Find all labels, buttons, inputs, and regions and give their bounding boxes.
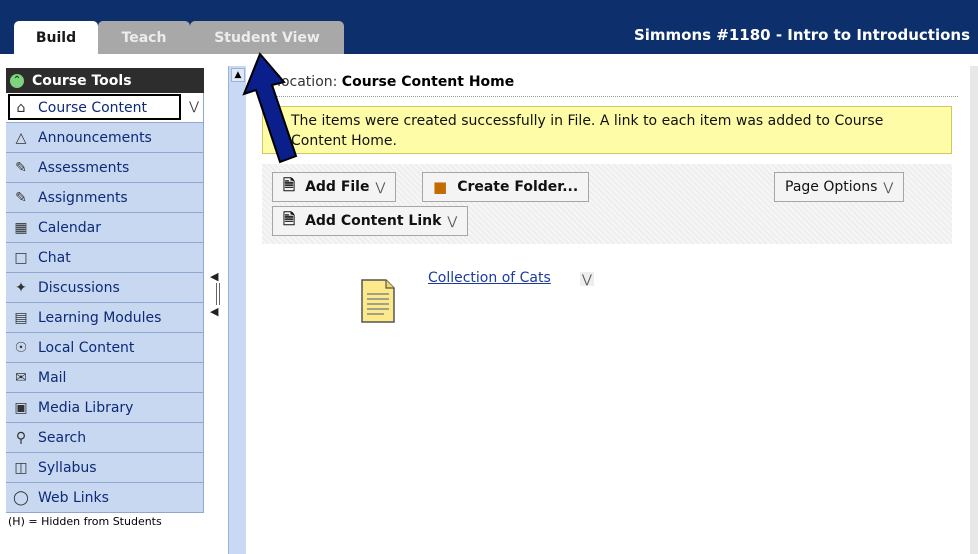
assignment-icon: ✎ — [15, 189, 27, 206]
nav-item-label: Web Links — [38, 489, 109, 506]
nav-item-discussions[interactable]: ✦ Discussions — [6, 273, 204, 303]
calendar-icon: ▦ — [14, 219, 28, 236]
scroll-up-icon[interactable]: ▲ — [231, 68, 245, 82]
success-message: The items were created successfully in F… — [262, 106, 952, 154]
page-options-button[interactable]: Page Options ⋁ — [774, 172, 905, 202]
collapse-nav-handle[interactable]: ◀ ◀ — [210, 270, 224, 330]
magnifier-icon: ⚲ — [15, 429, 27, 446]
nav-item-course-content[interactable]: ⌂ Course Content ⋁ — [6, 93, 204, 123]
globe-icon: ◯ — [13, 489, 29, 506]
add-file-label: Add File — [305, 179, 370, 195]
content-area: ur location: Course Content Home The ite… — [248, 66, 970, 554]
course-tools-nav: ⌃ Course Tools ⌂ Course Content ⋁ △ Anno… — [6, 68, 204, 554]
chat-icon: □ — [14, 249, 28, 266]
media-icon: ▣ — [14, 399, 28, 416]
nav-item-label: Local Content — [38, 339, 135, 356]
tab-student-view[interactable]: Student View — [190, 21, 344, 54]
nav-item-label: Media Library — [38, 399, 134, 416]
house-icon: ⌂ — [16, 99, 26, 116]
nav-item-calendar[interactable]: ▦ Calendar — [6, 213, 204, 243]
pin-icon: ✦ — [15, 279, 27, 296]
page-options-label: Page Options — [785, 179, 878, 195]
nav-item-media-library[interactable]: ▣ Media Library — [6, 393, 204, 423]
location-prefix: ur location: — [258, 74, 342, 90]
action-bar: 🗎 Add File ⋁ ■ Create Folder... Page Opt… — [262, 164, 952, 244]
chevron-down-icon[interactable]: ⋁ — [580, 272, 594, 286]
file-icon: 🗎 — [283, 175, 296, 194]
document-icon — [361, 279, 395, 323]
nav-item-label: Course Content — [38, 99, 148, 116]
chevron-down-icon[interactable]: ⋁ — [189, 99, 199, 113]
triangle-left-icon: ◀ — [210, 270, 219, 283]
course-tools-header[interactable]: ⌃ Course Tools — [6, 68, 204, 93]
create-folder-button[interactable]: ■ Create Folder... — [422, 172, 590, 202]
content-scrollbar[interactable] — [970, 66, 978, 554]
course-title: Simmons #1180 - Intro to Introductions — [633, 26, 970, 44]
nav-scrollbar[interactable]: ▲ — [228, 66, 246, 554]
disc-icon: ☉ — [14, 339, 28, 356]
triangle-left-icon: ◀ — [210, 305, 219, 318]
nav-item-assignments[interactable]: ✎ Assignments — [6, 183, 204, 213]
nav-item-label: Learning Modules — [38, 309, 162, 326]
course-tools-title: Course Tools — [32, 72, 132, 89]
add-file-button[interactable]: 🗎 Add File ⋁ — [272, 172, 397, 202]
nav-item-label: Syllabus — [38, 459, 97, 476]
nav-item-label: Discussions — [38, 279, 120, 296]
chevron-down-icon: ⋁ — [883, 180, 894, 194]
nav-item-label: Announcements — [38, 129, 152, 146]
megaphone-icon: △ — [15, 129, 27, 146]
nav-item-mail[interactable]: ✉ Mail — [6, 363, 204, 393]
chevron-down-icon: ⋁ — [375, 180, 386, 194]
grip-icon — [216, 283, 220, 305]
top-bar: Build Teach Student View Simmons #1180 -… — [0, 0, 978, 54]
nav-item-label: Assignments — [38, 189, 128, 206]
nav-item-learning-modules[interactable]: ▤ Learning Modules — [6, 303, 204, 333]
content-item-link[interactable]: Collection of Cats — [428, 270, 551, 286]
nav-item-assessments[interactable]: ✎ Assessments — [6, 153, 204, 183]
add-content-link-button[interactable]: 🗎 Add Content Link ⋁ — [272, 206, 469, 236]
nav-item-announcements[interactable]: △ Announcements — [6, 123, 204, 153]
nav-item-label: Search — [38, 429, 87, 446]
nav-item-search[interactable]: ⚲ Search — [6, 423, 204, 453]
nav-item-syllabus[interactable]: ◫ Syllabus — [6, 453, 204, 483]
create-folder-label: Create Folder... — [457, 179, 579, 195]
module-icon: ▤ — [14, 309, 28, 326]
folder-icon: ■ — [433, 178, 448, 196]
collapse-toggle-icon[interactable]: ⌃ — [10, 73, 24, 88]
link-icon: 🗎 — [283, 209, 296, 228]
nav-item-label: Chat — [38, 249, 71, 266]
add-content-link-label: Add Content Link — [305, 213, 442, 229]
mail-icon: ✉ — [15, 369, 27, 386]
breadcrumb: ur location: Course Content Home — [258, 74, 958, 97]
chevron-down-icon: ⋁ — [447, 214, 458, 228]
nav-item-web-links[interactable]: ◯ Web Links — [6, 483, 204, 513]
hidden-legend: (H) = Hidden from Students — [8, 515, 162, 528]
syllabus-icon: ◫ — [14, 459, 28, 476]
nav-item-label: Assessments — [38, 159, 130, 176]
nav-item-chat[interactable]: □ Chat — [6, 243, 204, 273]
nav-item-local-content[interactable]: ☉ Local Content — [6, 333, 204, 363]
tab-teach[interactable]: Teach — [98, 21, 190, 54]
tab-build[interactable]: Build — [14, 21, 98, 54]
location-value: Course Content Home — [341, 74, 515, 90]
nav-item-label: Mail — [38, 369, 67, 386]
nav-item-label: Calendar — [38, 219, 101, 236]
assessment-icon: ✎ — [15, 159, 27, 176]
